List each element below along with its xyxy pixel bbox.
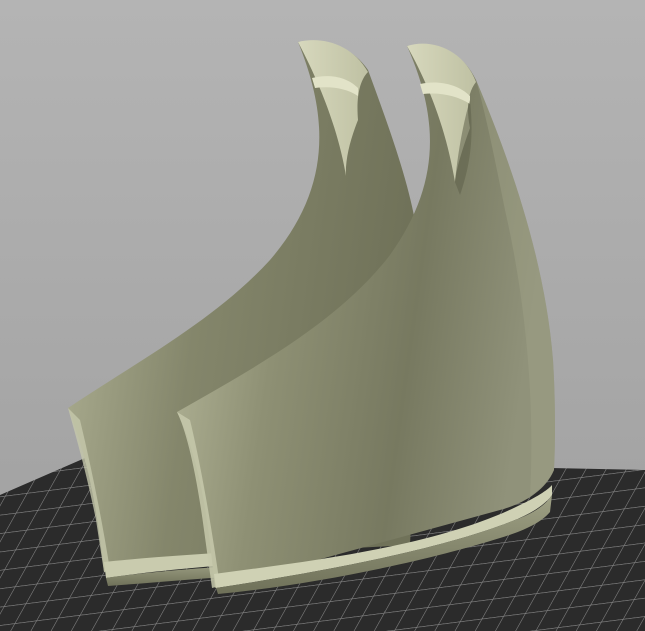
scene-canvas[interactable] [0,0,645,631]
3d-viewport[interactable] [0,0,645,631]
